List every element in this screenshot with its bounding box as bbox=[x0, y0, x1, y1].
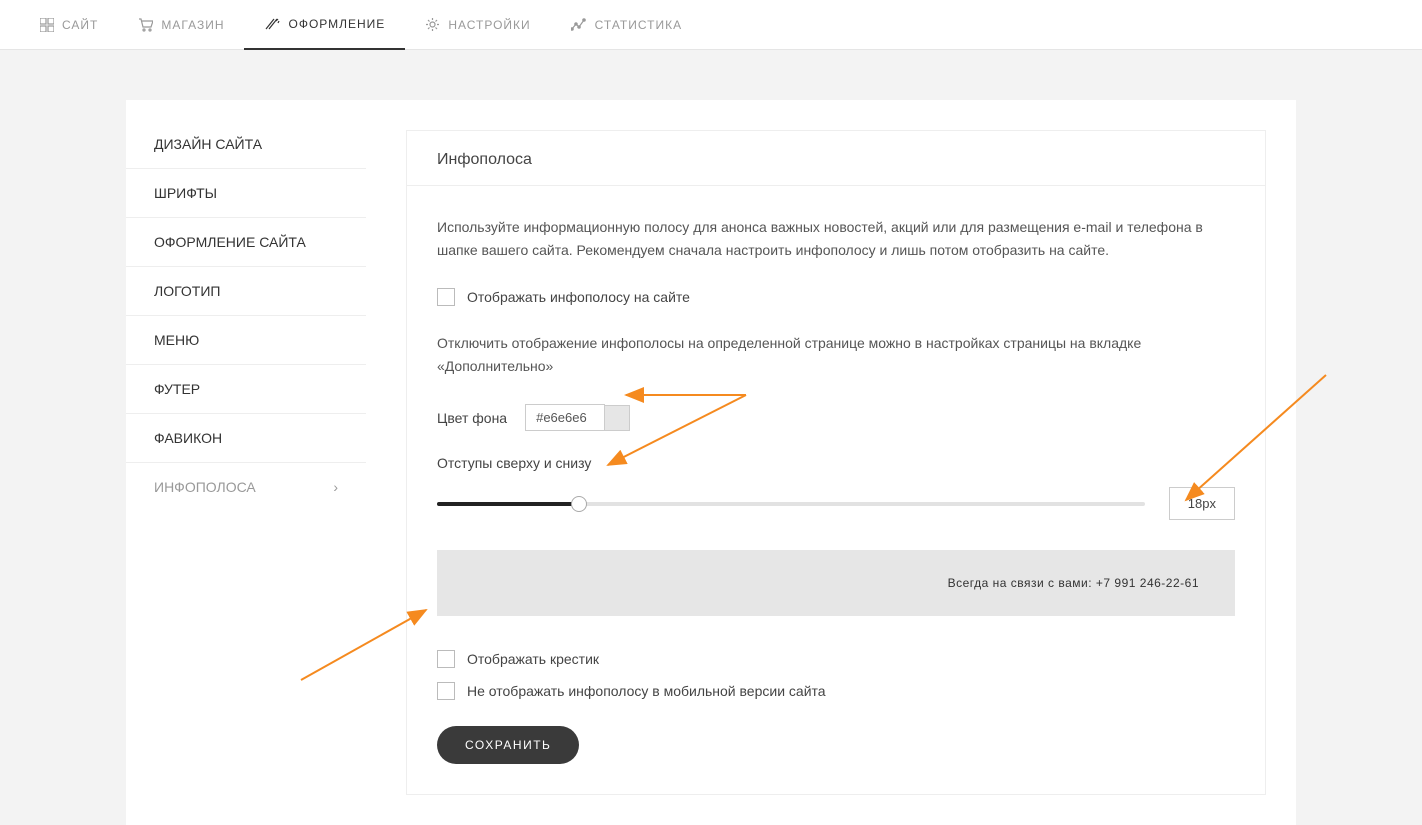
bg-color-input[interactable] bbox=[525, 404, 605, 431]
nav-label: САЙТ bbox=[62, 18, 98, 32]
slider-handle[interactable] bbox=[571, 496, 587, 512]
sidebar-item-menu[interactable]: МЕНЮ bbox=[126, 316, 366, 365]
cart-icon bbox=[138, 18, 153, 32]
panel-title: Инфополоса bbox=[407, 131, 1265, 186]
sidebar-label: МЕНЮ bbox=[154, 332, 199, 348]
bg-color-row: Цвет фона bbox=[437, 404, 1235, 431]
save-button[interactable]: СОХРАНИТЬ bbox=[437, 726, 579, 764]
sidebar-item-design[interactable]: ДИЗАЙН САЙТА bbox=[126, 120, 366, 169]
infostrip-preview: Всегда на связи с вами: +7 991 246-22-61 bbox=[437, 550, 1235, 616]
design-icon bbox=[264, 17, 280, 31]
sidebar-label: ДИЗАЙН САЙТА bbox=[154, 136, 262, 152]
nav-settings[interactable]: НАСТРОЙКИ bbox=[405, 0, 550, 50]
sidebar-item-footer[interactable]: ФУТЕР bbox=[126, 365, 366, 414]
main-container: ДИЗАЙН САЙТА ШРИФТЫ ОФОРМЛЕНИЕ САЙТА ЛОГ… bbox=[126, 100, 1296, 825]
nav-stats[interactable]: СТАТИСТИКА bbox=[551, 0, 702, 50]
gear-icon bbox=[425, 17, 440, 32]
show-infostrip-row: Отображать инфополосу на сайте bbox=[437, 288, 1235, 306]
nav-design[interactable]: ОФОРМЛЕНИЕ bbox=[244, 0, 405, 50]
sidebar: ДИЗАЙН САЙТА ШРИФТЫ ОФОРМЛЕНИЕ САЙТА ЛОГ… bbox=[126, 100, 366, 825]
sidebar-item-logo[interactable]: ЛОГОТИП bbox=[126, 267, 366, 316]
sidebar-item-favicon[interactable]: ФАВИКОН bbox=[126, 414, 366, 463]
top-nav: САЙТ МАГАЗИН ОФОРМЛЕНИЕ НАСТРОЙКИ СТАТИС… bbox=[0, 0, 1422, 50]
bg-color-swatch[interactable] bbox=[604, 405, 630, 431]
slider-fill bbox=[437, 502, 579, 506]
sidebar-item-site-design[interactable]: ОФОРМЛЕНИЕ САЙТА bbox=[126, 218, 366, 267]
show-cross-checkbox[interactable] bbox=[437, 650, 455, 668]
nav-label: ОФОРМЛЕНИЕ bbox=[288, 17, 385, 31]
show-infostrip-checkbox[interactable] bbox=[437, 288, 455, 306]
sidebar-label: ФУТЕР bbox=[154, 381, 200, 397]
sidebar-label: ИНФОПОЛОСА bbox=[154, 479, 256, 495]
sidebar-item-infostrip[interactable]: ИНФОПОЛОСА › bbox=[126, 463, 366, 511]
panel: Инфополоса Используйте информационную по… bbox=[406, 130, 1266, 795]
chevron-right-icon: › bbox=[333, 479, 338, 495]
sidebar-label: ФАВИКОН bbox=[154, 430, 222, 446]
description-text: Используйте информационную полосу для ан… bbox=[437, 216, 1235, 262]
preview-text: Всегда на связи с вами: +7 991 246-22-61 bbox=[948, 576, 1199, 590]
hide-mobile-label: Не отображать инфополосу в мобильной вер… bbox=[467, 683, 826, 699]
nav-label: НАСТРОЙКИ bbox=[448, 18, 530, 32]
nav-shop[interactable]: МАГАЗИН bbox=[118, 0, 244, 50]
padding-slider[interactable] bbox=[437, 502, 1145, 506]
show-cross-label: Отображать крестик bbox=[467, 651, 599, 667]
padding-label: Отступы сверху и снизу bbox=[437, 455, 1217, 471]
note-text: Отключить отображение инфополосы на опре… bbox=[437, 332, 1235, 378]
content: Инфополоса Используйте информационную по… bbox=[366, 100, 1296, 825]
nav-label: МАГАЗИН bbox=[161, 18, 224, 32]
sidebar-item-fonts[interactable]: ШРИФТЫ bbox=[126, 169, 366, 218]
show-cross-row: Отображать крестик bbox=[437, 650, 1235, 668]
nav-site[interactable]: САЙТ bbox=[20, 0, 118, 50]
sidebar-label: ОФОРМЛЕНИЕ САЙТА bbox=[154, 234, 306, 250]
panel-body: Используйте информационную полосу для ан… bbox=[407, 186, 1265, 794]
padding-value: 18px bbox=[1169, 487, 1235, 520]
sidebar-label: ЛОГОТИП bbox=[154, 283, 220, 299]
show-infostrip-label: Отображать инфополосу на сайте bbox=[467, 289, 690, 305]
nav-label: СТАТИСТИКА bbox=[595, 18, 682, 32]
padding-slider-row: 18px bbox=[437, 487, 1235, 520]
hide-mobile-row: Не отображать инфополосу в мобильной вер… bbox=[437, 682, 1235, 700]
padding-section: Отступы сверху и снизу 18px bbox=[437, 455, 1235, 520]
stats-icon bbox=[571, 18, 587, 32]
grid-icon bbox=[40, 18, 54, 32]
bg-color-label: Цвет фона bbox=[437, 410, 507, 426]
sidebar-label: ШРИФТЫ bbox=[154, 185, 217, 201]
hide-mobile-checkbox[interactable] bbox=[437, 682, 455, 700]
